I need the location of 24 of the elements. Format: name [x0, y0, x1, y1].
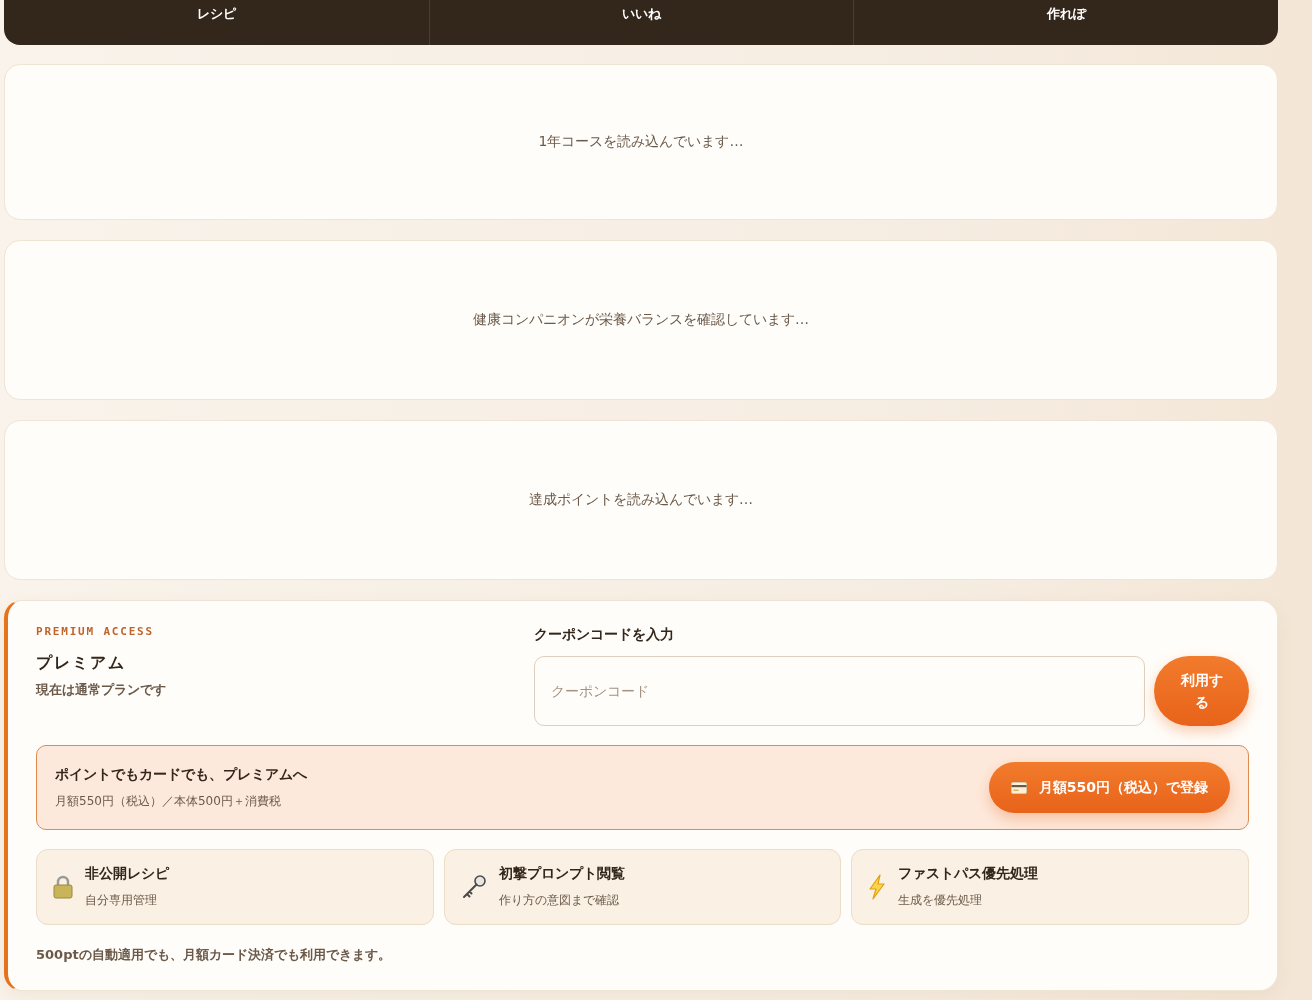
credit-card-icon [1010, 781, 1027, 794]
nav-tab[interactable]: レシピ [4, 0, 429, 45]
plan-status: 現在は通常プランです [36, 681, 167, 699]
padlock-icon [53, 875, 73, 899]
offer-title: ポイントでもカードでも、プレミアムへ [55, 765, 307, 784]
feature-description: 自分専用管理 [85, 892, 158, 909]
premium-eyebrow: PREMIUM ACCESS [36, 625, 155, 639]
feature-title: 初撃プロンプト閲覧 [498, 865, 625, 883]
payment-note: 500ptの自動適用でも、月額カード決済でも利用できます。 [36, 946, 392, 964]
loading-message: 健康コンパニオンが栄養バランスを確認しています… [473, 311, 809, 329]
key-icon [460, 874, 487, 900]
coupon-input[interactable]: クーポンコード [534, 656, 1145, 726]
premium-title: プレミアム [36, 653, 127, 673]
loading-message: 1年コースを読み込んでいます… [538, 133, 744, 151]
nav-tab[interactable]: いいね [428, 0, 854, 45]
nav-tab[interactable]: 作れぽ [853, 0, 1278, 45]
feature-title: ファストパス優先処理 [898, 865, 1039, 883]
feature-description: 作り方の意図まで確認 [498, 892, 620, 909]
feature-description: 生成を優先処理 [898, 892, 984, 909]
price-note: 月額550円（税込）／本体500円＋消費税 [55, 792, 282, 810]
coupon-label: クーポンコードを入力 [534, 625, 675, 643]
lightning-bolt-icon [868, 874, 887, 900]
feature-title: 非公開レシピ [85, 865, 169, 883]
loading-message: 達成ポイントを読み込んでいます… [529, 491, 753, 509]
